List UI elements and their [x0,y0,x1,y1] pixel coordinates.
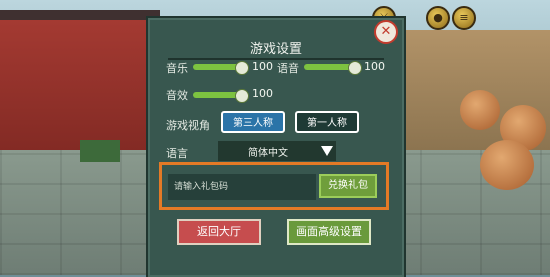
sfx-label: 音效 [166,89,188,102]
jar [460,90,500,130]
voice-label: 语音 [277,62,299,75]
sfx-value: 100 [252,87,273,100]
dialog-title: 游戏设置 [249,42,302,57]
sfx-slider-thumb[interactable] [235,89,249,103]
third-person-button[interactable]: 第三人称 [221,111,285,133]
view-label: 游戏视角 [166,119,210,132]
music-slider-thumb[interactable] [235,61,249,75]
jar [480,140,534,190]
back-to-lobby-button[interactable]: 返回大厅 [177,219,261,245]
voice-value: 100 [364,60,385,73]
hud-menu-icon[interactable]: ≡ [452,6,476,30]
crate [80,140,120,162]
language-label: 语言 [166,147,188,160]
redeem-button[interactable]: 兑换礼包 [319,174,377,198]
close-icon[interactable]: ✕ [374,20,398,44]
building [0,20,150,170]
hud-coin-icon[interactable]: ● [426,6,450,30]
gift-code-input[interactable] [168,174,316,200]
music-label: 音乐 [166,62,188,75]
dropdown-arrow-icon[interactable] [321,146,333,156]
advanced-graphics-button[interactable]: 画面高级设置 [287,219,371,245]
music-value: 100 [252,60,273,73]
first-person-button[interactable]: 第一人称 [295,111,359,133]
language-value: 简体中文 [248,148,288,159]
voice-slider-thumb[interactable] [348,61,362,75]
title-divider [168,58,384,60]
